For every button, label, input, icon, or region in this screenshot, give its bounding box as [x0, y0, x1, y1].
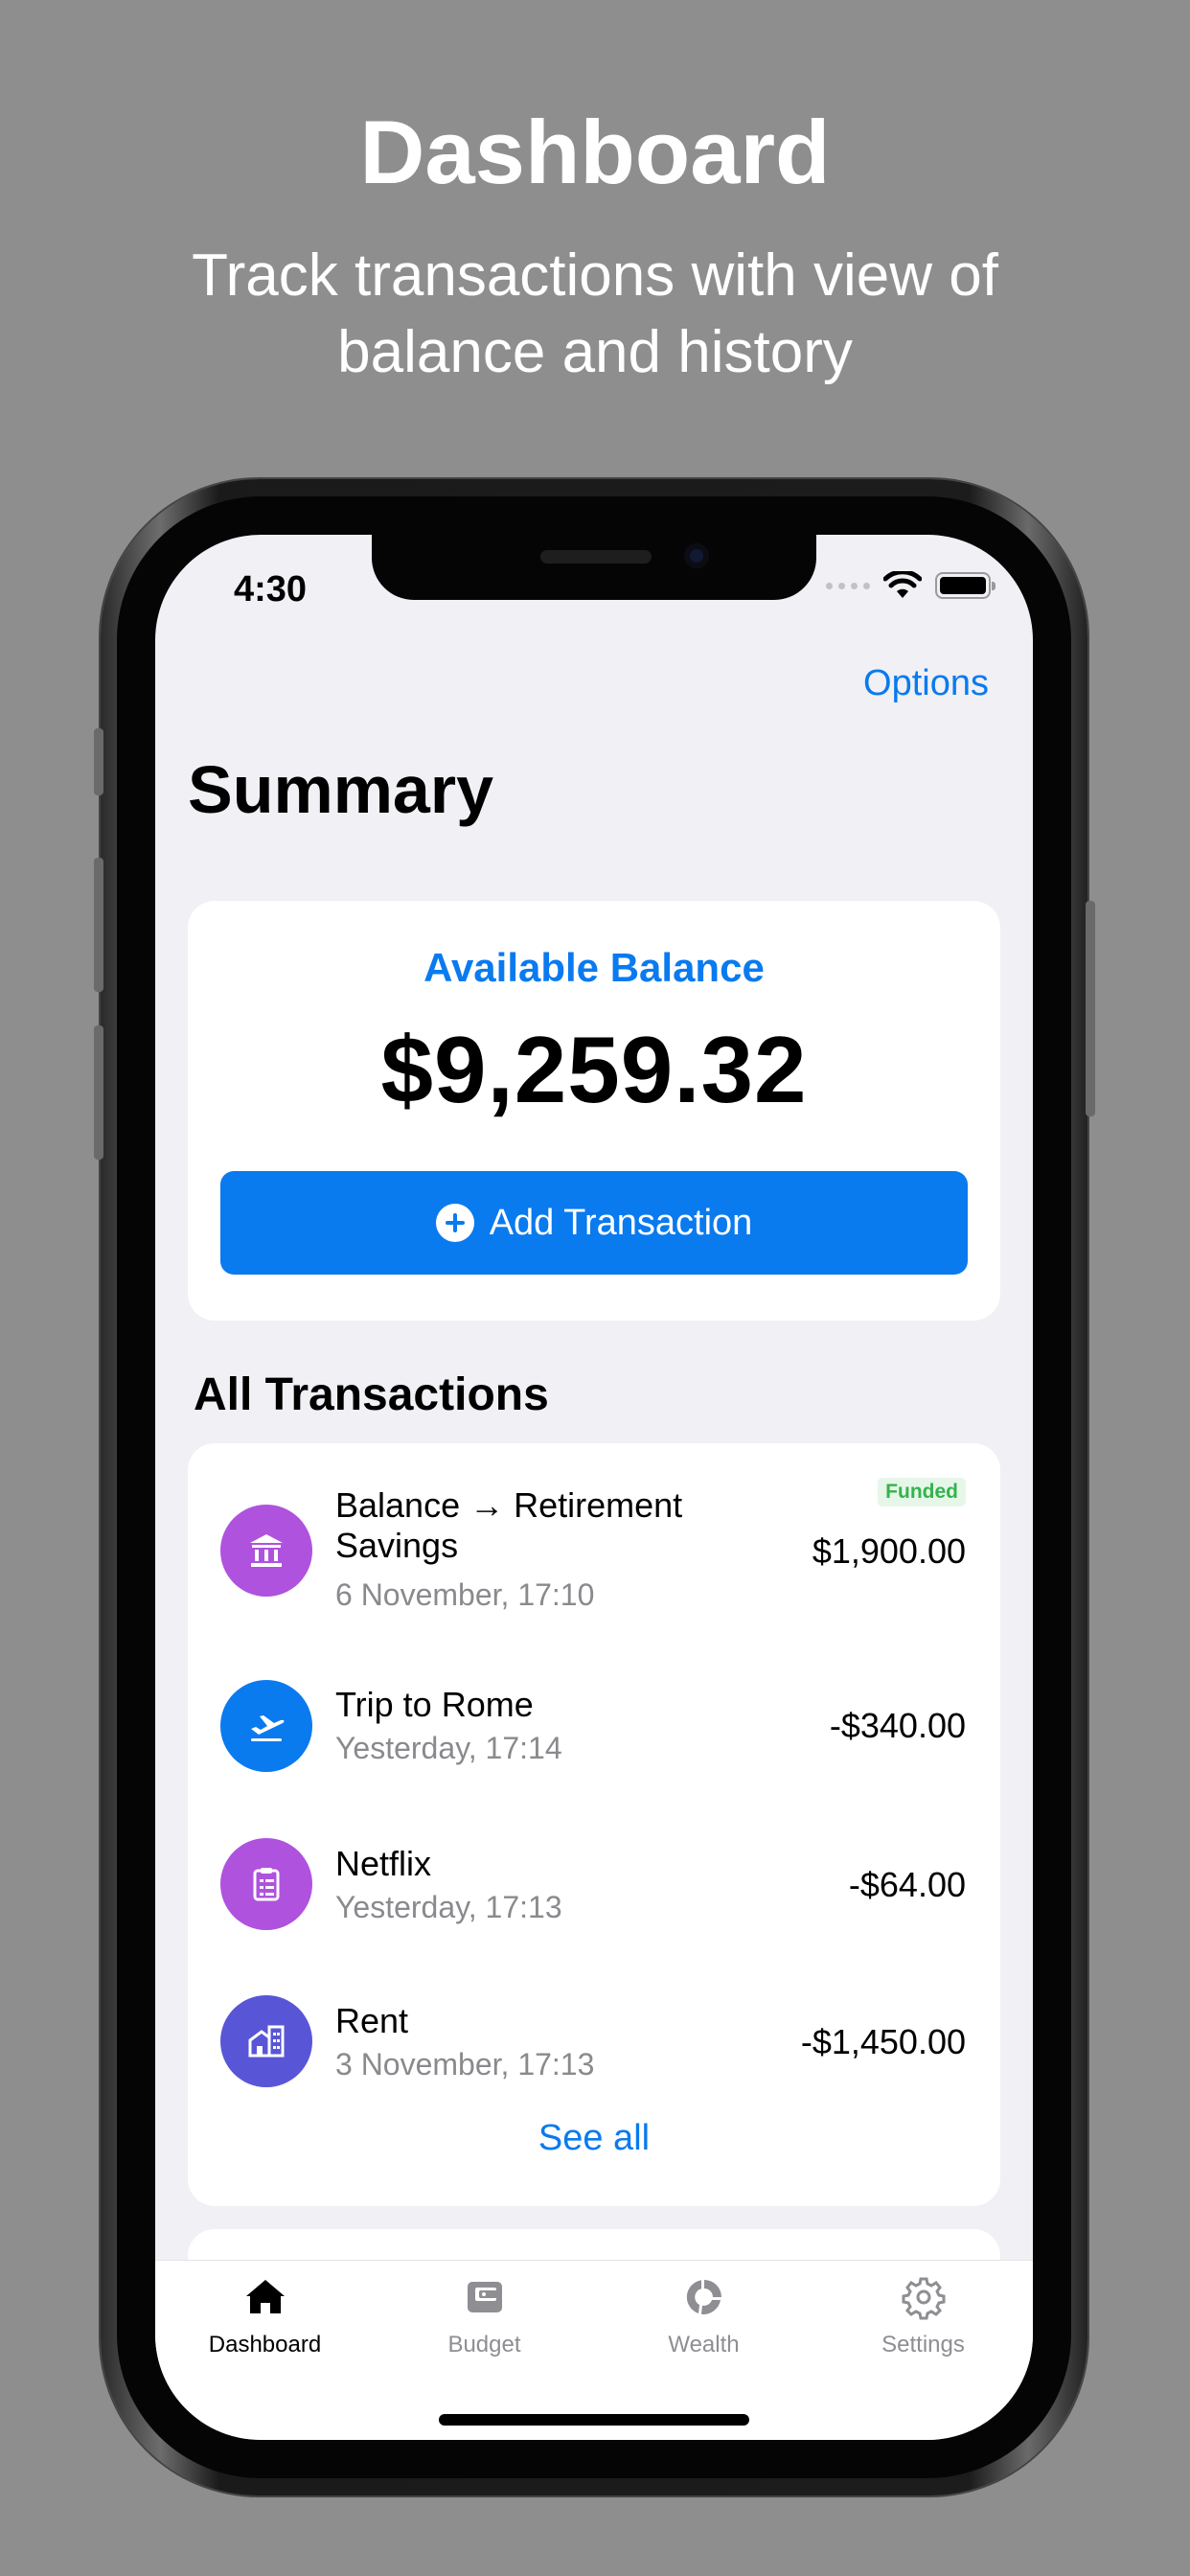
transaction-title: Trip to Rome — [335, 1685, 534, 1724]
funded-badge: Funded — [878, 1478, 966, 1506]
clipboard-list-icon — [220, 1838, 312, 1930]
transaction-title: Netflix — [335, 1844, 432, 1883]
home-indicator[interactable] — [439, 2414, 749, 2426]
bank-icon — [220, 1505, 312, 1597]
transactions-section-title: All Transactions — [194, 1369, 549, 1420]
transaction-amount: -$64.00 — [848, 1865, 966, 1904]
tab-label: Dashboard — [208, 2332, 322, 2358]
status-icons — [826, 571, 995, 600]
promo-subtitle: Track transactions with view of balance … — [192, 242, 998, 385]
tab-bar: Dashboard Budget Wealth Settings — [155, 2260, 1033, 2440]
tab-wealth[interactable]: Wealth — [594, 2274, 813, 2358]
transactions-card: Balance → Retirement Savings 6 November,… — [188, 1443, 1000, 2206]
cellular-signal-icon — [826, 582, 870, 589]
transaction-date: Yesterday, 17:13 — [335, 1890, 562, 1924]
page-title: Summary — [188, 752, 494, 827]
tab-label: Settings — [881, 2332, 965, 2358]
transaction-row[interactable]: Netflix Yesterday, 17:13 -$64.00 — [188, 1815, 1000, 1959]
pie-chart-icon — [686, 2280, 721, 2314]
notch — [372, 535, 816, 600]
transaction-row[interactable]: Trip to Rome Yesterday, 17:14 -$340.00 — [188, 1656, 1000, 1800]
transaction-amount: -$340.00 — [829, 1706, 966, 1745]
power-button — [1086, 901, 1095, 1116]
transaction-row[interactable]: Balance → Retirement Savings 6 November,… — [188, 1443, 1000, 1625]
front-camera — [684, 543, 709, 568]
speaker-grille — [540, 550, 652, 564]
battery-icon — [935, 572, 995, 599]
transaction-row[interactable]: Rent 3 November, 17:13 -$1,450.00 — [188, 1972, 1000, 2116]
tab-settings[interactable]: Settings — [813, 2274, 1033, 2358]
wifi-icon — [883, 571, 922, 598]
balance-card: Available Balance $9,259.32 Add Transact… — [188, 901, 1000, 1321]
volume-down-button — [94, 1025, 103, 1160]
status-time: 4:30 — [234, 569, 308, 610]
tab-label: Wealth — [668, 2332, 740, 2358]
transaction-amount: -$1,450.00 — [800, 2022, 966, 2061]
add-transaction-label: Add Transaction — [489, 1202, 753, 1243]
volume-up-button — [94, 858, 103, 992]
balance-amount: $9,259.32 — [380, 1017, 808, 1122]
gear-icon — [902, 2277, 945, 2320]
see-all-link[interactable]: See all — [188, 2118, 1000, 2159]
promo-title: Dashboard — [359, 102, 831, 202]
transaction-date: 6 November, 17:10 — [335, 1577, 595, 1612]
balance-label: Available Balance — [423, 945, 765, 990]
tab-dashboard[interactable]: Dashboard — [155, 2274, 375, 2358]
transaction-date: Yesterday, 17:14 — [335, 1731, 562, 1765]
transaction-date: 3 November, 17:13 — [335, 2047, 595, 2082]
transaction-title: Rent — [335, 2001, 409, 2040]
tab-label: Budget — [447, 2332, 521, 2358]
tab-budget[interactable]: Budget — [375, 2274, 594, 2358]
phone-screen: 4:30 Options Summary Available Balance $… — [155, 535, 1033, 2440]
airplane-icon — [220, 1680, 312, 1772]
options-button[interactable]: Options — [863, 663, 989, 704]
silent-switch — [94, 728, 103, 795]
add-transaction-button[interactable]: Add Transaction — [220, 1171, 968, 1275]
plus-circle-icon — [435, 1204, 474, 1242]
transaction-title: Balance → Retirement Savings — [335, 1485, 683, 1565]
transaction-amount: $1,900.00 — [812, 1531, 966, 1571]
house-icon — [245, 2280, 285, 2313]
building-icon — [220, 1995, 312, 2087]
wallet-icon — [467, 2282, 502, 2312]
